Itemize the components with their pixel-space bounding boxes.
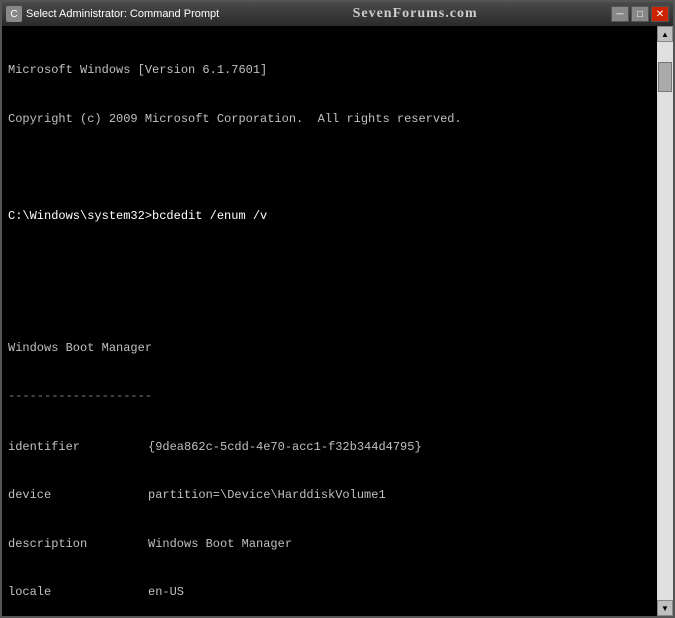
scroll-down-button[interactable]: ▼ <box>657 600 673 616</box>
s1-locale: localeen-US <box>8 584 651 600</box>
s1-identifier: identifier{9dea862c-5cdd-4e70-acc1-f32b3… <box>8 439 651 455</box>
blank1 <box>8 160 651 176</box>
command-line: C:\Windows\system32>bcdedit /enum /v <box>8 208 651 224</box>
s1-device: devicepartition=\Device\HarddiskVolume1 <box>8 487 651 503</box>
cmd-icon: C <box>6 6 22 22</box>
content-area: Microsoft Windows [Version 6.1.7601] Cop… <box>2 26 673 616</box>
minimize-button[interactable]: ─ <box>611 6 629 22</box>
restore-button[interactable]: □ <box>631 6 649 22</box>
window-title: Select Administrator: Command Prompt <box>26 8 219 20</box>
window-controls: ─ □ ✕ <box>611 6 669 22</box>
window: C Select Administrator: Command Prompt S… <box>0 0 675 618</box>
title-bar: C Select Administrator: Command Prompt S… <box>2 2 673 26</box>
scroll-thumb[interactable] <box>658 62 672 92</box>
title-bar-left: C Select Administrator: Command Prompt <box>6 6 219 22</box>
section1-sep: -------------------- <box>8 388 651 404</box>
version-line: Microsoft Windows [Version 6.1.7601] <box>8 62 651 78</box>
scroll-track[interactable] <box>657 42 673 600</box>
terminal[interactable]: Microsoft Windows [Version 6.1.7601] Cop… <box>2 26 657 616</box>
scroll-up-button[interactable]: ▲ <box>657 26 673 42</box>
scrollbar: ▲ ▼ <box>657 26 673 616</box>
s1-description: descriptionWindows Boot Manager <box>8 536 651 552</box>
watermark: SevenForums.com <box>353 6 478 22</box>
section1-header: Windows Boot Manager <box>8 340 651 356</box>
blank2 <box>8 257 651 273</box>
copyright-line: Copyright (c) 2009 Microsoft Corporation… <box>8 111 651 127</box>
close-button[interactable]: ✕ <box>651 6 669 22</box>
